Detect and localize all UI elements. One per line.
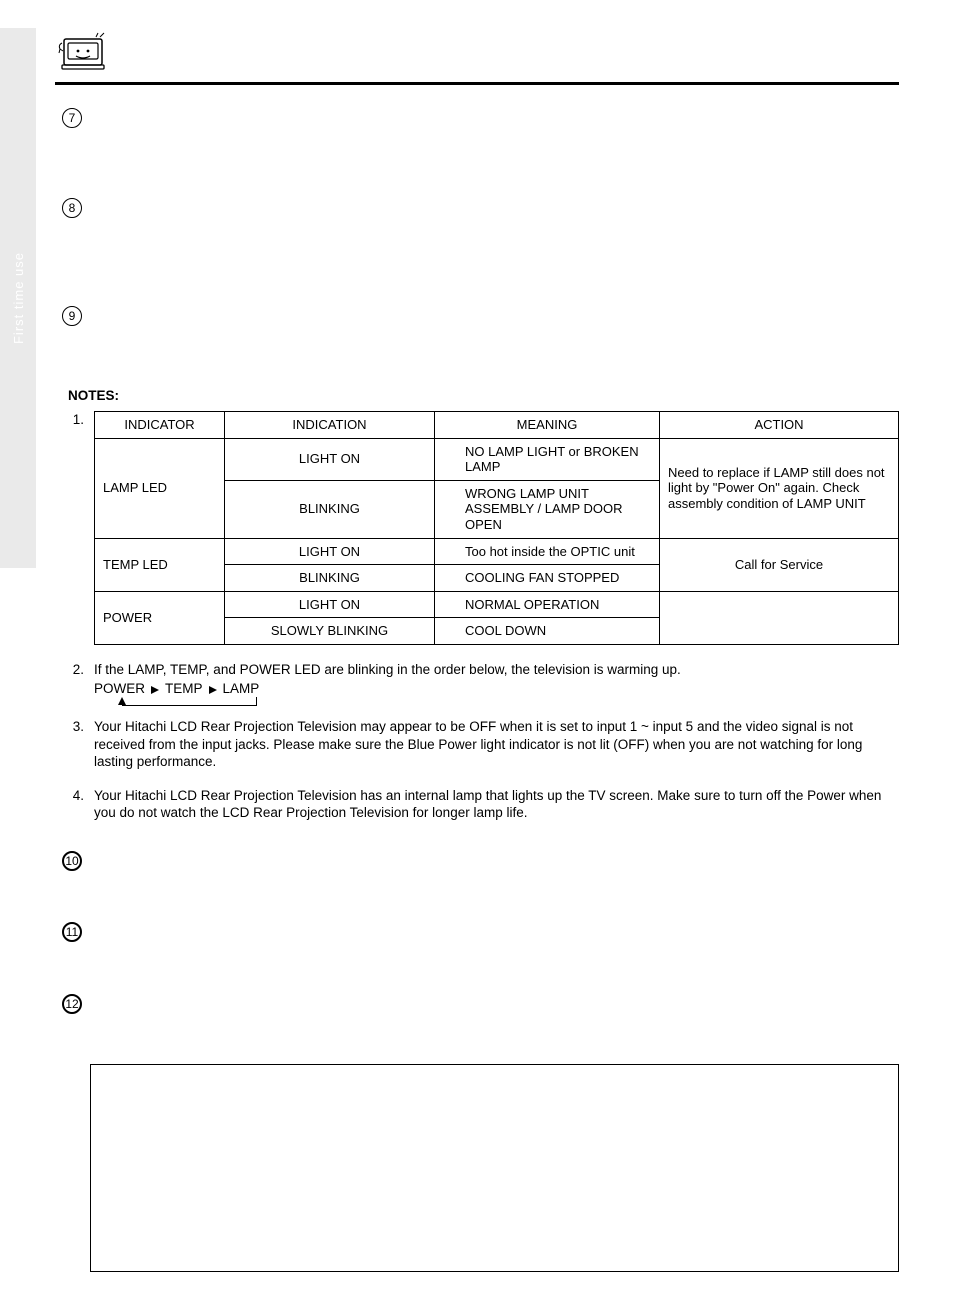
cell-lamp-action: Need to replace if LAMP still does not l… [660, 438, 899, 538]
note-2: 2. If the LAMP, TEMP, and POWER LED are … [62, 661, 899, 712]
item-11: 11 MAGIC FOCUS Press MAGIC FOCUS for the… [62, 921, 899, 974]
table-row: POWER LIGHT ON NORMAL OPERATION [95, 591, 899, 618]
note-4: 4. Your Hitachi LCD Rear Projection Tele… [62, 787, 899, 822]
side-tab-label: First time use [11, 252, 26, 344]
item-title: LAMP indicator [94, 305, 899, 320]
circled-number-8: 8 [62, 198, 82, 218]
flow-return-arrow-icon [96, 698, 899, 712]
item-10: 10 FRONT INPUT JACKS (INPUT 4) Use these… [62, 850, 899, 903]
item-title: POWER light [94, 107, 899, 122]
circled-number-7: 7 [62, 108, 82, 128]
cell: NO LAMP LIGHT or BROKEN LAMP [435, 438, 660, 480]
item-title: TEMP indicator [94, 197, 899, 212]
item-9: 9 LAMP indicator This light is off durin… [62, 305, 899, 358]
cell: WRONG LAMP UNIT ASSEMBLY / LAMP DOOR OPE… [435, 480, 660, 538]
arrow-right-icon [149, 680, 161, 698]
notes-label: NOTES: [68, 388, 899, 403]
cell: NORMAL OPERATION [435, 591, 660, 618]
page-number: 8 [0, 1256, 36, 1288]
item-text: This button will access the TV Guide On … [94, 1010, 899, 1046]
item-text: Use these audio/video jacks for a quick … [94, 867, 899, 903]
item-title: FRONT INPUT JACKS (INPUT 4) [94, 850, 899, 865]
circled-number-11: 11 [62, 922, 82, 942]
note-number: 1. [62, 411, 84, 429]
th-indication: INDICATION [225, 411, 435, 438]
item-title: MAGIC FOCUS [94, 921, 899, 936]
note-text: Your Hitachi LCD Rear Projection Televis… [94, 718, 899, 771]
cell-power-action [660, 591, 899, 644]
caution-text: Do not apply direct pressure or place he… [179, 1080, 809, 1095]
cell: LIGHT ON [225, 591, 435, 618]
items-section-1: 7 POWER light When the TV is turned ON, … [62, 107, 899, 1272]
header-rule [55, 82, 899, 85]
cell: COOL DOWN [435, 618, 660, 645]
logo-icon [55, 30, 113, 74]
cell-temp-led: TEMP LED [95, 538, 225, 591]
cell: LIGHT ON [225, 538, 435, 565]
flow-power: POWER [94, 680, 145, 698]
verify-label: VERIFY THE FOLLOWING: [109, 1111, 880, 1129]
circled-number-10: 10 [62, 851, 82, 871]
note-1: 1. INDICATOR INDICATION MEANING ACTION L… [62, 411, 899, 645]
verify-item: 3. If the Lamp and the Temp indicators d… [109, 1166, 880, 1202]
circled-number-9: 9 [62, 306, 82, 326]
cell: SLOWLY BLINKING [225, 618, 435, 645]
th-indicator: INDICATOR [95, 411, 225, 438]
warmup-flow: POWER TEMP LAMP [94, 680, 899, 698]
item-7: 7 POWER light When the TV is turned ON, … [62, 107, 899, 179]
item-12: 12 TV GUIDE This button will access the … [62, 993, 899, 1046]
cell: BLINKING [225, 480, 435, 538]
cell: BLINKING [225, 565, 435, 592]
cell: LIGHT ON [225, 438, 435, 480]
note-3: 3. Your Hitachi LCD Rear Projection Tele… [62, 718, 899, 771]
note-text: Your Hitachi LCD Rear Projection Televis… [94, 787, 899, 822]
verify-item: 1. Check to assure the main power is ON … [109, 1129, 880, 1147]
th-action: ACTION [660, 411, 899, 438]
side-tab: First time use [0, 28, 36, 568]
note-text: If the LAMP, TEMP, and POWER LED are bli… [94, 661, 899, 679]
cell-lamp-led: LAMP LED [95, 438, 225, 538]
note-number: 3. [62, 718, 84, 736]
table-header-row: INDICATOR INDICATION MEANING ACTION [95, 411, 899, 438]
verify-item: 2. Verify the Lamp Door is firmly attach… [109, 1148, 880, 1166]
item-text: This light is off during normal operatio… [94, 214, 899, 287]
cell: Too hot inside the OPTIC unit [435, 538, 660, 565]
verify-item: 4. If the problem persists after verifyi… [109, 1202, 880, 1220]
caution-box: CAUTION: Do not apply direct pressure or… [90, 1064, 899, 1272]
table-row: LAMP LED LIGHT ON NO LAMP LIGHT or BROKE… [95, 438, 899, 480]
cell-temp-action: Call for Service [660, 538, 899, 591]
flow-temp: TEMP [165, 680, 203, 698]
arrow-right-icon [207, 680, 219, 698]
item-8: 8 TEMP indicator This light is off durin… [62, 197, 899, 287]
document-page: First time use FRONT PANEL CONTROLS 7 PO… [0, 0, 954, 1312]
page-title: FRONT PANEL CONTROLS [125, 50, 436, 74]
item-title: TV GUIDE [94, 993, 899, 1008]
note-number: 4. [62, 787, 84, 805]
flow-lamp: LAMP [223, 680, 260, 698]
item-text: When the TV is turned ON, the Power Ligh… [94, 124, 899, 179]
indicator-table: INDICATOR INDICATION MEANING ACTION LAMP… [94, 411, 899, 645]
circled-number-12: 12 [62, 994, 82, 1014]
page-header: FRONT PANEL CONTROLS [55, 30, 899, 78]
cell-power: POWER [95, 591, 225, 644]
item-text: Press MAGIC FOCUS for the automatic conv… [94, 938, 899, 974]
caution-label: CAUTION: [109, 1080, 175, 1095]
cell: COOLING FAN STOPPED [435, 565, 660, 592]
th-meaning: MEANING [435, 411, 660, 438]
note-number: 2. [62, 661, 84, 679]
item-text: This light is off during normal operatio… [94, 322, 899, 358]
table-row: TEMP LED LIGHT ON Too hot inside the OPT… [95, 538, 899, 565]
